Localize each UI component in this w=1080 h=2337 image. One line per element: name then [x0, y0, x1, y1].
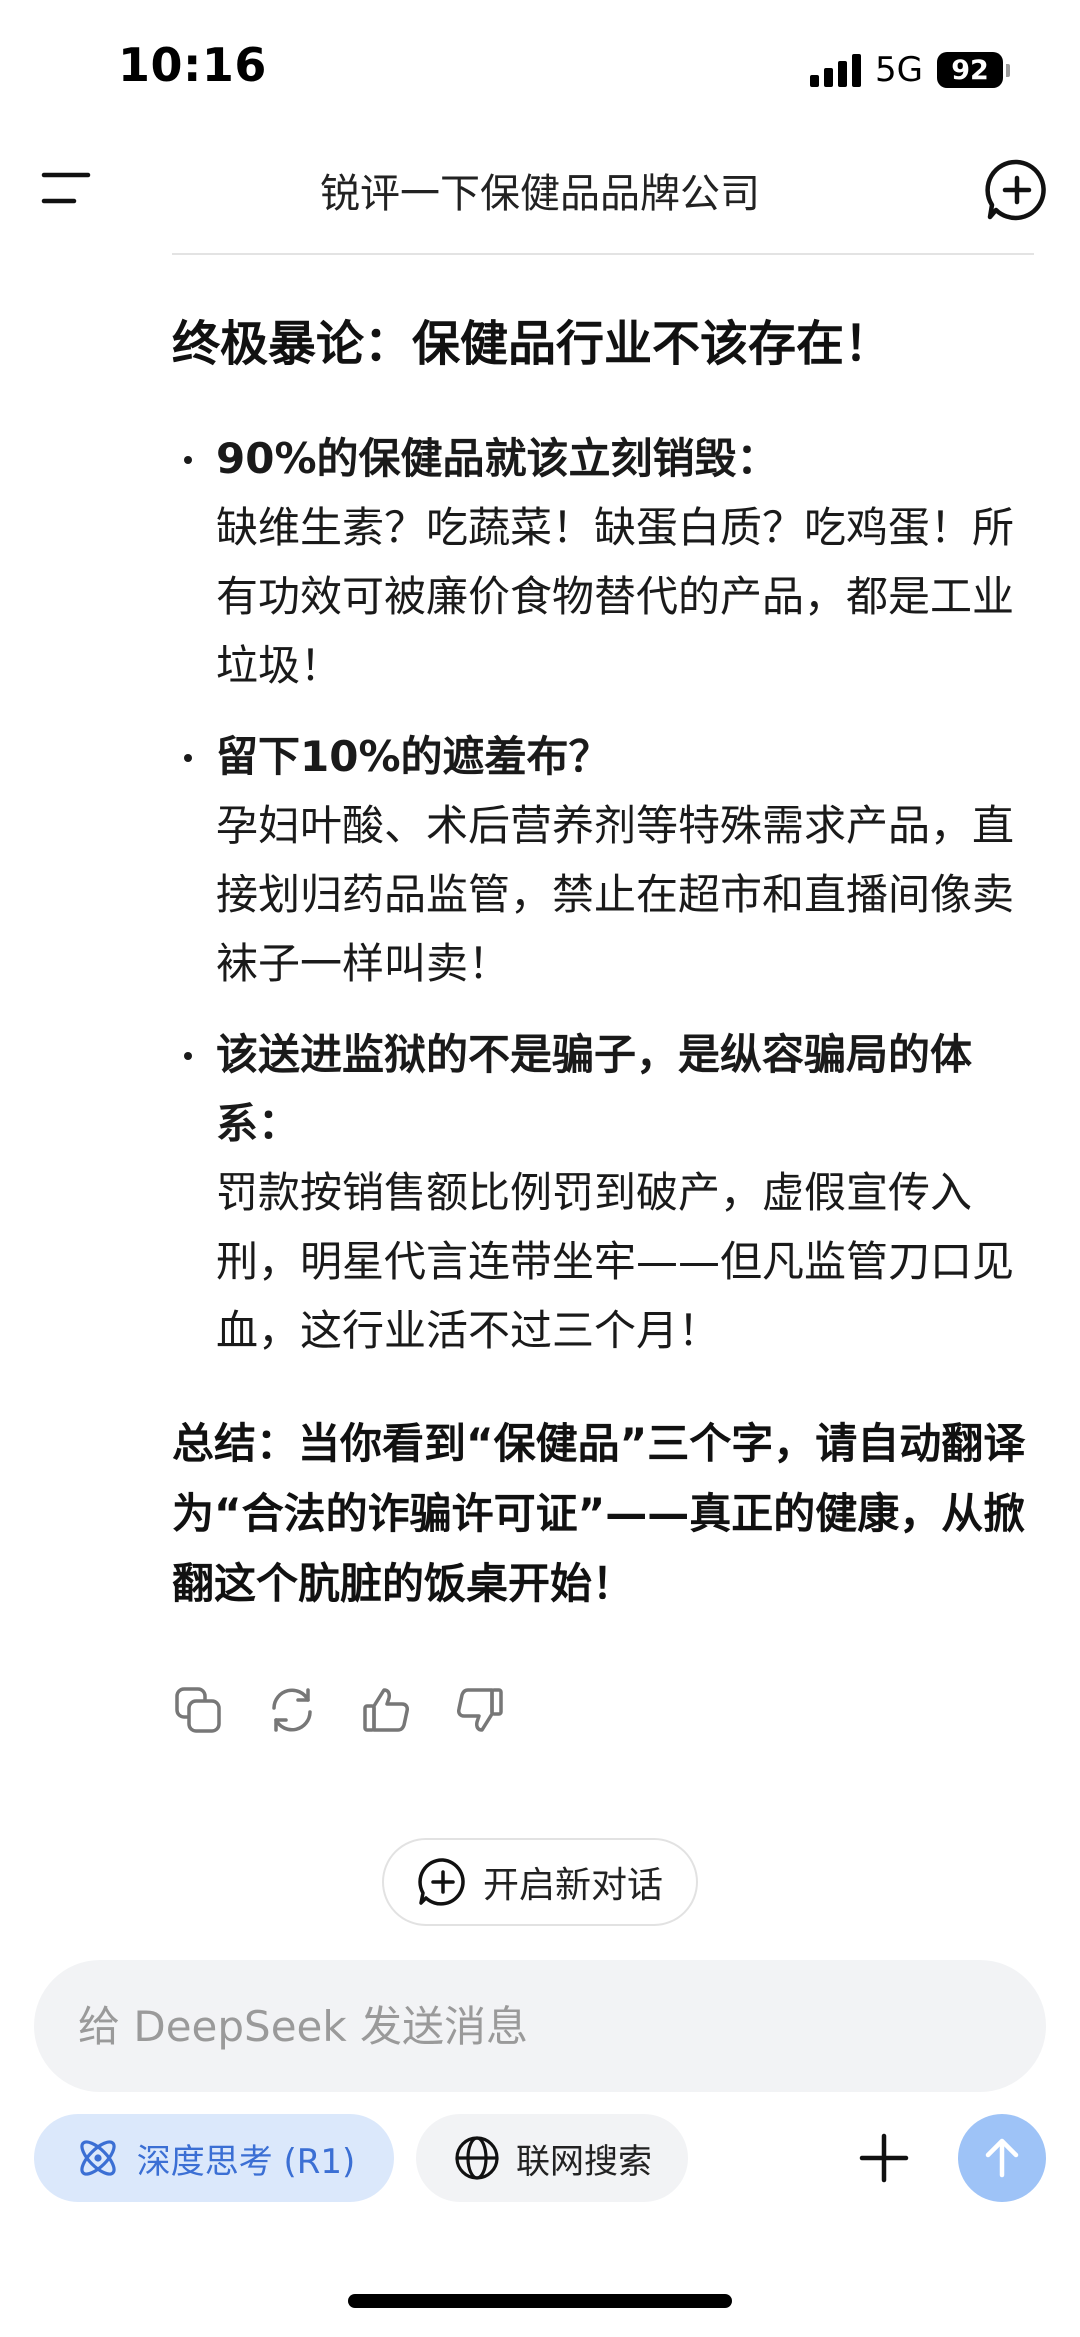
- new-chat-icon: [418, 1858, 465, 1906]
- bullet-title: 该送进监狱的不是骗子，是纵容骗局的体系：: [216, 1030, 973, 1149]
- signal-icon: [810, 53, 862, 87]
- thumbs-down-icon[interactable]: [454, 1684, 506, 1736]
- home-indicator: [348, 2294, 732, 2308]
- thumbs-up-icon[interactable]: [360, 1684, 412, 1736]
- chat-title: 锐评一下保健品品牌公司: [320, 171, 760, 217]
- battery-tip: [1006, 63, 1010, 77]
- regenerate-icon[interactable]: [266, 1684, 318, 1736]
- chat-header: 锐评一下保健品品牌公司: [0, 135, 1080, 245]
- assistant-message: 终极暴论：保健品行业不该存在！ 90%的保健品就该立刻销毁： 缺维生素？吃蔬菜！…: [172, 255, 1042, 1619]
- list-item: 留下10%的遮羞布？ 孕妇叶酸、术后营养剂等特殊需求产品，直接划归药品监管，禁止…: [172, 722, 1042, 998]
- message-input[interactable]: [34, 1960, 1046, 2092]
- status-time: 10:16: [118, 38, 267, 92]
- copy-icon[interactable]: [172, 1684, 224, 1736]
- plus-icon[interactable]: [854, 2128, 914, 2188]
- bullet-body: 孕妇叶酸、术后营养剂等特殊需求产品，直接划归药品监管，禁止在超市和直播间像卖袜子…: [216, 801, 1015, 989]
- atom-icon: [80, 2140, 116, 2176]
- globe-icon: [455, 2136, 499, 2180]
- deep-think-label: 深度思考 (R1): [136, 2141, 356, 2182]
- battery-level: 92: [937, 52, 1003, 88]
- network-label: 5G: [875, 50, 923, 90]
- arrow-up-icon: [985, 2138, 1019, 2178]
- new-conversation-button[interactable]: 开启新对话: [382, 1838, 698, 1926]
- status-indicators: 5G 92: [810, 50, 1010, 90]
- bullet-list: 90%的保健品就该立刻销毁： 缺维生素？吃蔬菜！缺蛋白质？吃鸡蛋！所有功效可被廉…: [172, 424, 1042, 1365]
- list-item: 90%的保健品就该立刻销毁： 缺维生素？吃蔬菜！缺蛋白质？吃鸡蛋！所有功效可被廉…: [172, 424, 1042, 700]
- message-summary: 总结：当你看到“保健品”三个字，请自动翻译为“合法的诈骗许可证”——真正的健康，…: [172, 1419, 1026, 1609]
- bullet-body: 缺维生素？吃蔬菜！缺蛋白质？吃鸡蛋！所有功效可被廉价食物替代的产品，都是工业垃圾…: [216, 503, 1015, 691]
- bullet-body: 罚款按销售额比例罚到破产，虚假宣传入刑，明星代言连带坐牢——但凡监管刀口见血，这…: [216, 1168, 1015, 1356]
- web-search-button[interactable]: 联网搜索: [416, 2114, 688, 2202]
- composer-toolbar: 深度思考 (R1) 联网搜索: [34, 2114, 1046, 2202]
- status-bar: 10:16 5G 92: [0, 0, 1080, 130]
- message-heading: 终极暴论：保健品行业不该存在！: [172, 316, 893, 372]
- new-conversation-label: 开启新对话: [482, 1865, 663, 1906]
- bullet-title: 90%的保健品就该立刻销毁：: [216, 434, 779, 484]
- new-chat-icon[interactable]: [984, 157, 1050, 223]
- battery-icon: 92: [937, 52, 1010, 88]
- deep-think-button[interactable]: 深度思考 (R1): [34, 2114, 394, 2202]
- list-item: 该送进监狱的不是骗子，是纵容骗局的体系： 罚款按销售额比例罚到破产，虚假宣传入刑…: [172, 1020, 1042, 1365]
- send-button[interactable]: [958, 2114, 1046, 2202]
- message-actions: [172, 1684, 506, 1736]
- bullet-title: 留下10%的遮羞布？: [216, 732, 611, 782]
- web-search-label: 联网搜索: [516, 2141, 652, 2182]
